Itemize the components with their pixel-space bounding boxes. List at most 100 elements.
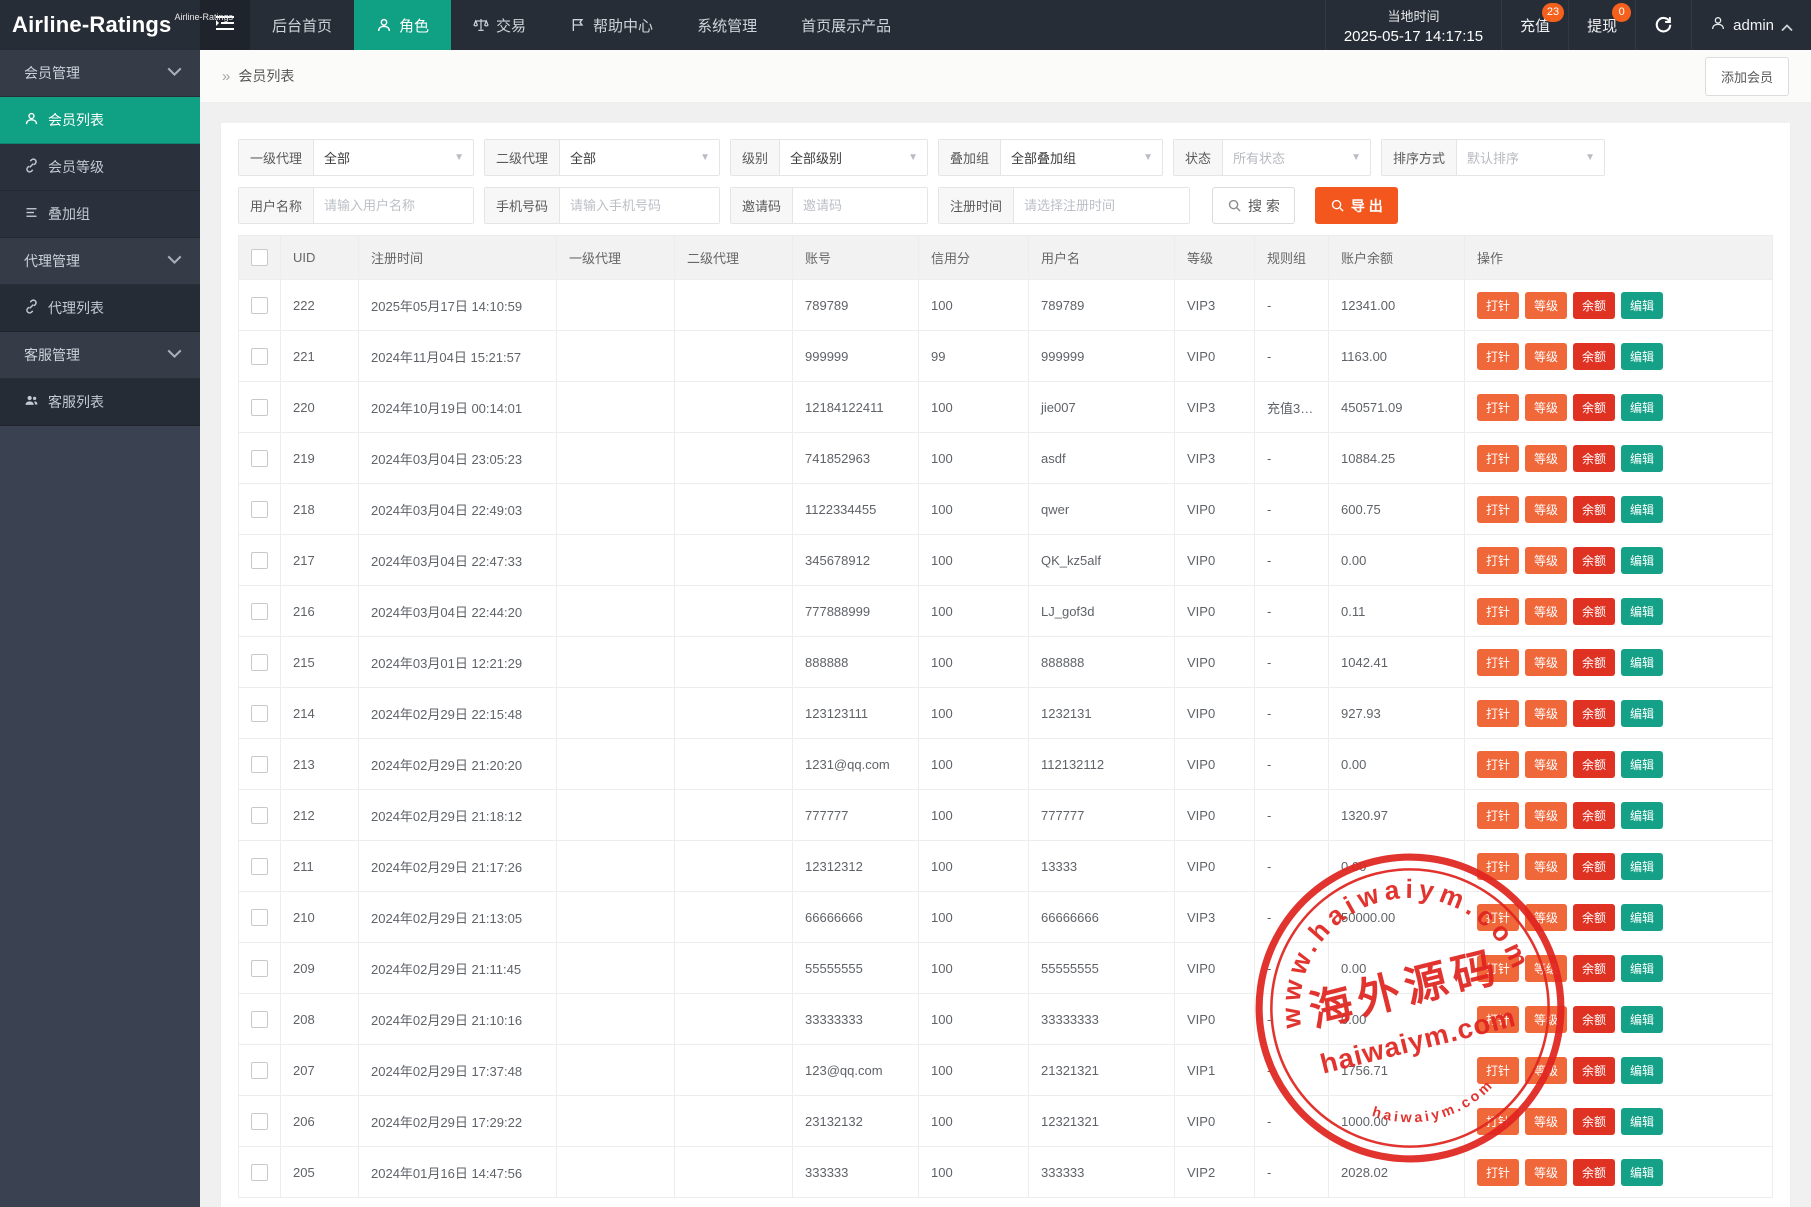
- action-edit-button[interactable]: 编辑: [1621, 904, 1663, 931]
- action-balance-button[interactable]: 余额: [1573, 955, 1615, 982]
- action-level-button[interactable]: 等级: [1525, 496, 1567, 523]
- action-level-button[interactable]: 等级: [1525, 1159, 1567, 1186]
- topnav-item-首页展示产品[interactable]: 首页展示产品: [779, 0, 913, 50]
- topnav-item-系统管理[interactable]: 系统管理: [675, 0, 779, 50]
- action-edit-button[interactable]: 编辑: [1621, 802, 1663, 829]
- row-checkbox[interactable]: [251, 297, 268, 314]
- action-level-button[interactable]: 等级: [1525, 292, 1567, 319]
- action-needle-button[interactable]: 打针: [1477, 700, 1519, 727]
- action-needle-button[interactable]: 打针: [1477, 649, 1519, 676]
- export-button[interactable]: 导 出: [1315, 187, 1398, 224]
- action-balance-button[interactable]: 余额: [1573, 1057, 1615, 1084]
- action-balance-button[interactable]: 余额: [1573, 1006, 1615, 1033]
- filter-select-叠加组[interactable]: 叠加组 全部叠加组 ▼: [938, 139, 1163, 176]
- action-level-button[interactable]: 等级: [1525, 1006, 1567, 1033]
- sidebar-item-会员等级[interactable]: 会员等级: [0, 144, 200, 191]
- action-edit-button[interactable]: 编辑: [1621, 445, 1663, 472]
- action-balance-button[interactable]: 余额: [1573, 649, 1615, 676]
- row-checkbox[interactable]: [251, 807, 268, 824]
- action-needle-button[interactable]: 打针: [1477, 802, 1519, 829]
- action-needle-button[interactable]: 打针: [1477, 955, 1519, 982]
- action-edit-button[interactable]: 编辑: [1621, 496, 1663, 523]
- action-edit-button[interactable]: 编辑: [1621, 1057, 1663, 1084]
- action-balance-button[interactable]: 余额: [1573, 700, 1615, 727]
- input-邀请码[interactable]: [793, 188, 927, 223]
- action-level-button[interactable]: 等级: [1525, 700, 1567, 727]
- filter-select-级别[interactable]: 级别 全部级别 ▼: [730, 139, 928, 176]
- row-checkbox[interactable]: [251, 1164, 268, 1181]
- topnav-item-后台首页[interactable]: 后台首页: [250, 0, 354, 50]
- select-all-checkbox[interactable]: [251, 249, 268, 266]
- action-level-button[interactable]: 等级: [1525, 1057, 1567, 1084]
- action-needle-button[interactable]: 打针: [1477, 547, 1519, 574]
- action-level-button[interactable]: 等级: [1525, 445, 1567, 472]
- action-balance-button[interactable]: 余额: [1573, 445, 1615, 472]
- sidebar-group-代理管理[interactable]: 代理管理: [0, 238, 200, 285]
- action-level-button[interactable]: 等级: [1525, 343, 1567, 370]
- action-edit-button[interactable]: 编辑: [1621, 1159, 1663, 1186]
- action-needle-button[interactable]: 打针: [1477, 292, 1519, 319]
- action-edit-button[interactable]: 编辑: [1621, 955, 1663, 982]
- action-needle-button[interactable]: 打针: [1477, 445, 1519, 472]
- filter-select-排序方式[interactable]: 排序方式 默认排序 ▼: [1381, 139, 1605, 176]
- sidebar-item-叠加组[interactable]: 叠加组: [0, 191, 200, 238]
- row-checkbox[interactable]: [251, 1011, 268, 1028]
- action-balance-button[interactable]: 余额: [1573, 904, 1615, 931]
- refresh-button[interactable]: [1635, 0, 1691, 50]
- row-checkbox[interactable]: [251, 348, 268, 365]
- action-balance-button[interactable]: 余额: [1573, 292, 1615, 319]
- action-edit-button[interactable]: 编辑: [1621, 394, 1663, 421]
- add-member-button[interactable]: 添加会员: [1705, 57, 1789, 96]
- action-needle-button[interactable]: 打针: [1477, 751, 1519, 778]
- action-edit-button[interactable]: 编辑: [1621, 1108, 1663, 1135]
- action-balance-button[interactable]: 余额: [1573, 394, 1615, 421]
- action-edit-button[interactable]: 编辑: [1621, 853, 1663, 880]
- action-level-button[interactable]: 等级: [1525, 904, 1567, 931]
- topnav-item-交易[interactable]: 交易: [451, 0, 548, 50]
- action-needle-button[interactable]: 打针: [1477, 496, 1519, 523]
- action-level-button[interactable]: 等级: [1525, 955, 1567, 982]
- action-edit-button[interactable]: 编辑: [1621, 700, 1663, 727]
- topnav-item-角色[interactable]: 角色: [354, 0, 451, 50]
- row-checkbox[interactable]: [251, 705, 268, 722]
- action-level-button[interactable]: 等级: [1525, 853, 1567, 880]
- action-needle-button[interactable]: 打针: [1477, 1108, 1519, 1135]
- input-用户名称[interactable]: [314, 188, 473, 223]
- filter-select-一级代理[interactable]: 一级代理 全部 ▼: [238, 139, 474, 176]
- sidebar-toggle-button[interactable]: [200, 0, 250, 50]
- withdraw-menu-item[interactable]: 提现 0: [1568, 0, 1635, 50]
- action-needle-button[interactable]: 打针: [1477, 343, 1519, 370]
- action-edit-button[interactable]: 编辑: [1621, 649, 1663, 676]
- row-checkbox[interactable]: [251, 960, 268, 977]
- input-手机号码[interactable]: [560, 188, 719, 223]
- action-needle-button[interactable]: 打针: [1477, 1159, 1519, 1186]
- action-level-button[interactable]: 等级: [1525, 1108, 1567, 1135]
- recharge-menu-item[interactable]: 充值 23: [1501, 0, 1568, 50]
- action-balance-button[interactable]: 余额: [1573, 547, 1615, 574]
- action-balance-button[interactable]: 余额: [1573, 496, 1615, 523]
- action-balance-button[interactable]: 余额: [1573, 598, 1615, 625]
- action-balance-button[interactable]: 余额: [1573, 751, 1615, 778]
- row-checkbox[interactable]: [251, 858, 268, 875]
- row-checkbox[interactable]: [251, 399, 268, 416]
- action-needle-button[interactable]: 打针: [1477, 394, 1519, 421]
- action-level-button[interactable]: 等级: [1525, 394, 1567, 421]
- action-level-button[interactable]: 等级: [1525, 598, 1567, 625]
- action-level-button[interactable]: 等级: [1525, 802, 1567, 829]
- action-edit-button[interactable]: 编辑: [1621, 598, 1663, 625]
- sidebar-item-会员列表[interactable]: 会员列表: [0, 97, 200, 144]
- action-edit-button[interactable]: 编辑: [1621, 547, 1663, 574]
- action-balance-button[interactable]: 余额: [1573, 343, 1615, 370]
- action-edit-button[interactable]: 编辑: [1621, 343, 1663, 370]
- row-checkbox[interactable]: [251, 654, 268, 671]
- filter-select-状态[interactable]: 状态 所有状态 ▼: [1173, 139, 1371, 176]
- row-checkbox[interactable]: [251, 909, 268, 926]
- row-checkbox[interactable]: [251, 1113, 268, 1130]
- action-level-button[interactable]: 等级: [1525, 751, 1567, 778]
- action-edit-button[interactable]: 编辑: [1621, 292, 1663, 319]
- action-needle-button[interactable]: 打针: [1477, 853, 1519, 880]
- input-注册时间[interactable]: [1014, 188, 1189, 223]
- row-checkbox[interactable]: [251, 1062, 268, 1079]
- topnav-item-帮助中心[interactable]: 帮助中心: [548, 0, 675, 50]
- action-needle-button[interactable]: 打针: [1477, 904, 1519, 931]
